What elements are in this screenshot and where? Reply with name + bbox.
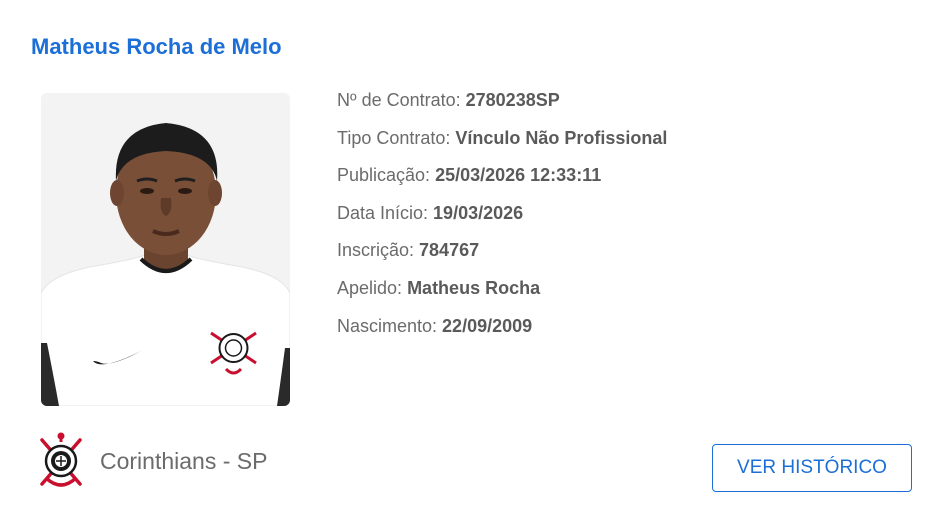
detail-contract-type: Tipo Contrato: Vínculo Não Profissional bbox=[337, 124, 667, 162]
detail-label: Apelido: bbox=[337, 277, 408, 298]
detail-value: 22/09/2009 bbox=[442, 315, 533, 336]
detail-label: Data Início: bbox=[337, 202, 434, 223]
contract-details: Nº de Contrato: 2780238SP Tipo Contrato:… bbox=[337, 86, 667, 349]
detail-nickname: Apelido: Matheus Rocha bbox=[337, 274, 667, 312]
detail-value: 19/03/2026 bbox=[433, 202, 524, 223]
detail-label: Nº de Contrato: bbox=[337, 90, 466, 110]
club-info: Corinthians - SP bbox=[36, 432, 267, 490]
detail-value: Matheus Rocha bbox=[407, 277, 541, 298]
detail-birth-date: Nascimento: 22/09/2009 bbox=[337, 312, 667, 350]
player-photo bbox=[41, 93, 290, 406]
detail-label: Tipo Contrato: bbox=[337, 127, 456, 148]
detail-label: Nascimento: bbox=[337, 315, 443, 336]
detail-start-date: Data Início: 19/03/2026 bbox=[337, 199, 667, 237]
detail-contract-number: Nº de Contrato: 2780238SP bbox=[337, 86, 667, 124]
detail-publication: Publicação: 25/03/2026 12:33:11 bbox=[337, 161, 667, 199]
detail-label: Inscrição: bbox=[337, 240, 420, 261]
detail-registration: Inscrição: 784767 bbox=[337, 236, 667, 274]
detail-value: 784767 bbox=[419, 240, 480, 261]
view-history-button[interactable]: VER HISTÓRICO bbox=[712, 444, 912, 492]
detail-value: Vínculo Não Profissional bbox=[455, 127, 668, 148]
club-name: Corinthians - SP bbox=[100, 447, 268, 474]
detail-value: 25/03/2026 12:33:11 bbox=[435, 165, 602, 186]
detail-label: Publicação: bbox=[337, 165, 436, 186]
player-name: Matheus Rocha de Melo bbox=[31, 34, 282, 59]
corinthians-crest-icon bbox=[40, 432, 82, 487]
detail-value: 2780238SP bbox=[465, 90, 560, 110]
